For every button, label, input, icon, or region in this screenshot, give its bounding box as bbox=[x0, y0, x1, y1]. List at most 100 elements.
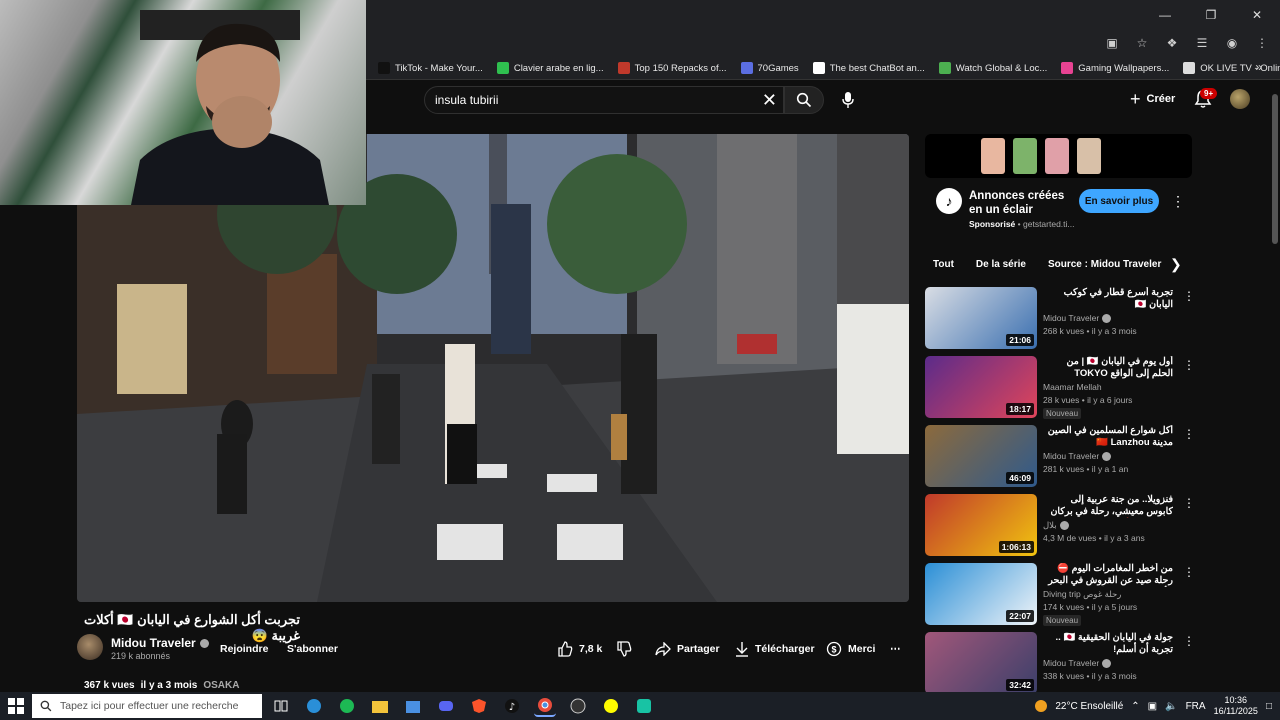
tiktok-icon[interactable]: ♪ bbox=[501, 695, 523, 717]
taskbar-search[interactable]: Tapez ici pour effectuer une recherche bbox=[32, 694, 262, 718]
recommendation-menu-icon[interactable]: ⋮ bbox=[1183, 427, 1195, 441]
clear-search-icon[interactable]: ✕ bbox=[762, 90, 777, 111]
recommendation-channel[interactable]: Diving trip رحلة غوص bbox=[1043, 589, 1121, 600]
ad-title[interactable]: Annonces créées en un éclair bbox=[969, 189, 1074, 217]
channel-avatar[interactable] bbox=[77, 634, 103, 660]
chip-series[interactable]: De la série bbox=[968, 254, 1034, 274]
store-icon[interactable] bbox=[402, 695, 424, 717]
share-button[interactable]: Partager bbox=[655, 638, 720, 660]
recommendation-thumbnail[interactable]: 18:17 bbox=[925, 356, 1037, 418]
chevron-right-icon[interactable]: ❯ bbox=[1170, 256, 1182, 273]
obs-icon[interactable] bbox=[567, 695, 589, 717]
recommendation-menu-icon[interactable]: ⋮ bbox=[1183, 289, 1195, 303]
recommendation-channel[interactable]: Maamar Mellah bbox=[1043, 382, 1102, 392]
channel-name[interactable]: Midou Traveler bbox=[111, 636, 209, 650]
recommendation-item[interactable]: 1:06:13 فنزويلا.. من جنة عربية إلى كابوس … bbox=[925, 494, 1195, 558]
join-button[interactable]: Rejoindre bbox=[220, 638, 268, 660]
recommendation-thumbnail[interactable]: 1:06:13 bbox=[925, 494, 1037, 556]
bookmarks-more-icon[interactable]: » bbox=[1255, 60, 1262, 74]
recommendation-title[interactable]: فنزويلا.. من جنة عربية إلى كابوس معيشي، … bbox=[1043, 494, 1173, 518]
clock[interactable]: 10:36 16/11/2025 bbox=[1214, 695, 1258, 717]
recommendation-title[interactable]: من أخطر المغامرات اليوم ⛔ رحلة صيد عن ال… bbox=[1043, 563, 1173, 587]
voice-search-button[interactable] bbox=[834, 86, 862, 114]
bookmark-item[interactable]: Gaming Wallpapers... bbox=[1061, 59, 1169, 77]
bookmark-item[interactable]: Top 150 Repacks of... bbox=[617, 59, 727, 77]
recommendation-channel[interactable]: Midou Traveler bbox=[1043, 658, 1112, 668]
minimize-icon[interactable]: — bbox=[1142, 0, 1188, 30]
edge-icon[interactable] bbox=[303, 695, 325, 717]
profile-icon[interactable]: ◉ bbox=[1222, 33, 1242, 53]
recommendation-menu-icon[interactable]: ⋮ bbox=[1183, 358, 1195, 372]
create-button[interactable]: + Créer bbox=[1124, 88, 1181, 110]
ad-menu-icon[interactable]: ⋮ bbox=[1171, 193, 1185, 210]
dislike-button[interactable] bbox=[616, 638, 632, 660]
search-button[interactable] bbox=[784, 86, 824, 114]
file-explorer-icon[interactable] bbox=[369, 695, 391, 717]
extensions-icon[interactable]: ❖ bbox=[1162, 33, 1182, 53]
recommendation-title[interactable]: أكل شوارع المسلمين في الصين مدينة 🇨🇳 Lan… bbox=[1043, 425, 1173, 449]
bookmark-item[interactable]: Watch Global & Loc... bbox=[938, 59, 1047, 77]
notification-center-icon[interactable]: □ bbox=[1266, 701, 1272, 712]
chip-all[interactable]: Tout bbox=[925, 254, 962, 274]
recommendation-channel[interactable]: Midou Traveler bbox=[1043, 313, 1112, 323]
bookmark-item[interactable]: OK LIVE TV - Online... bbox=[1183, 59, 1280, 77]
snapchat-icon[interactable] bbox=[600, 695, 622, 717]
recommendation-channel[interactable]: بلال bbox=[1043, 520, 1069, 531]
recommendation-title[interactable]: جولة في اليابان الحقيقية 🇯🇵 .. تجربة أن … bbox=[1043, 632, 1173, 656]
search-input[interactable] bbox=[435, 93, 755, 107]
like-button[interactable]: 7,8 k bbox=[557, 638, 602, 660]
kebab-menu-icon[interactable]: ⋮ bbox=[1252, 33, 1272, 53]
chip-source[interactable]: Source : Midou Traveler bbox=[1040, 254, 1169, 274]
language-indicator[interactable]: FRA bbox=[1186, 701, 1206, 712]
subscribe-button[interactable]: S'abonner bbox=[287, 638, 338, 660]
volume-icon[interactable]: 🔈 bbox=[1165, 701, 1177, 712]
chevron-up-icon[interactable]: ⌃ bbox=[1131, 701, 1139, 712]
recommendation-thumbnail[interactable]: 21:06 bbox=[925, 287, 1037, 349]
bookmark-item[interactable]: 70Games bbox=[740, 59, 799, 77]
bookmark-favicon-icon bbox=[1061, 62, 1074, 74]
close-icon[interactable]: ✕ bbox=[1234, 0, 1280, 30]
account-avatar[interactable] bbox=[1230, 89, 1250, 109]
network-icon[interactable]: ▣ bbox=[1148, 701, 1157, 712]
install-icon[interactable]: ▣ bbox=[1102, 33, 1122, 53]
thanks-button[interactable]: $ Merci bbox=[826, 638, 875, 660]
recommendation-item[interactable]: 21:06 تجربة أسرع قطار في كوكب اليابان 🇯🇵 M… bbox=[925, 287, 1195, 351]
bookmark-list: TikTok - Make Your... Clavier arabe en li… bbox=[378, 59, 1280, 77]
recommendation-title[interactable]: أول يوم في اليابان 🇯🇵 | من الحلم إلى الو… bbox=[1043, 356, 1174, 380]
more-actions-icon[interactable]: ⋯ bbox=[890, 638, 901, 660]
bookmark-item[interactable]: Clavier arabe en lig... bbox=[496, 59, 604, 77]
recommendation-item[interactable]: 46:09 أكل شوارع المسلمين في الصين مدينة 🇨… bbox=[925, 425, 1195, 489]
recommendation-thumbnail[interactable]: 22:07 bbox=[925, 563, 1037, 625]
star-icon[interactable]: ☆ bbox=[1132, 33, 1152, 53]
recommendation-menu-icon[interactable]: ⋮ bbox=[1183, 496, 1195, 510]
ad-cta-button[interactable]: En savoir plus bbox=[1079, 189, 1159, 213]
bookmark-item[interactable]: The best ChatBot an... bbox=[812, 59, 925, 77]
recommendation-menu-icon[interactable]: ⋮ bbox=[1183, 634, 1195, 648]
task-view-icon[interactable] bbox=[270, 695, 292, 717]
windows-start-icon[interactable] bbox=[8, 698, 24, 714]
recommendation-channel[interactable]: Midou Traveler bbox=[1043, 451, 1112, 461]
bookmark-item[interactable]: TikTok - Make Your... bbox=[378, 59, 483, 77]
restore-icon[interactable]: ❐ bbox=[1188, 0, 1234, 30]
discord-icon[interactable] bbox=[435, 695, 457, 717]
spotify-icon[interactable] bbox=[336, 695, 358, 717]
webcam-overlay bbox=[0, 0, 366, 205]
recommendation-item[interactable]: 32:42 جولة في اليابان الحقيقية 🇯🇵 .. تجرب… bbox=[925, 632, 1195, 696]
media-icon[interactable]: ☰ bbox=[1192, 33, 1212, 53]
ad-banner[interactable] bbox=[925, 134, 1192, 178]
capcut-icon[interactable] bbox=[633, 695, 655, 717]
video-tag[interactable]: OSAKA bbox=[203, 680, 239, 691]
recommendation-item[interactable]: 18:17 أول يوم في اليابان 🇯🇵 | من الحلم إل… bbox=[925, 356, 1195, 420]
recommendation-thumbnail[interactable]: 32:42 bbox=[925, 632, 1037, 694]
recommendation-thumbnail[interactable]: 46:09 bbox=[925, 425, 1037, 487]
scroll-thumb[interactable] bbox=[1272, 94, 1278, 244]
weather-text[interactable]: 22°C Ensoleillé bbox=[1055, 701, 1123, 712]
recommendation-title[interactable]: تجربة أسرع قطار في كوكب اليابان 🇯🇵 bbox=[1043, 287, 1173, 311]
download-button[interactable]: Télécharger bbox=[735, 638, 815, 660]
microphone-icon bbox=[842, 92, 854, 108]
recommendation-item[interactable]: 22:07 من أخطر المغامرات اليوم ⛔ رحلة صيد … bbox=[925, 563, 1195, 627]
brave-icon[interactable] bbox=[468, 695, 490, 717]
chrome-icon[interactable] bbox=[534, 695, 556, 717]
page-scrollbar[interactable] bbox=[1270, 80, 1280, 690]
recommendation-menu-icon[interactable]: ⋮ bbox=[1183, 565, 1195, 579]
